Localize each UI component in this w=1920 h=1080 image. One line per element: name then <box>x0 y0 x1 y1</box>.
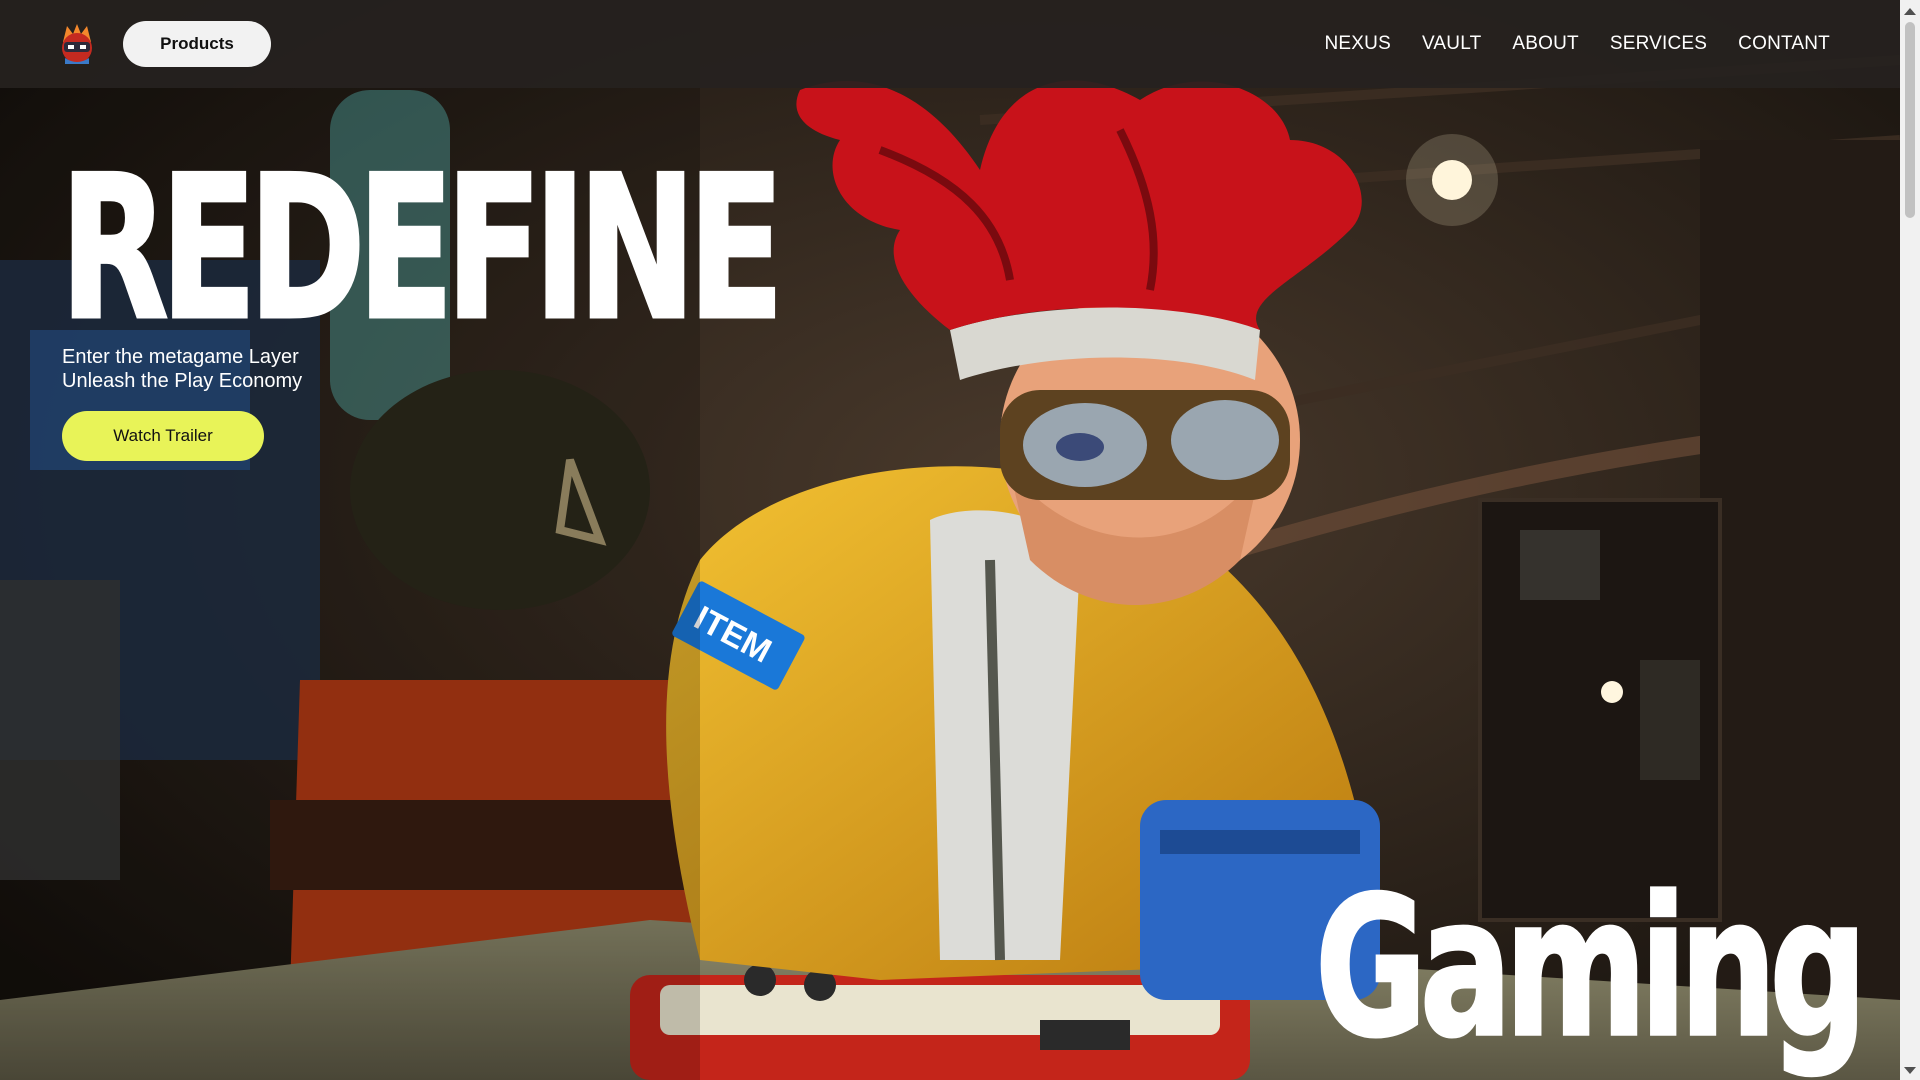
hero-subtitle-line-1: Enter the metagame Layer <box>62 346 299 368</box>
hero-title: REDEFINE <box>59 132 786 364</box>
products-button[interactable]: Products <box>123 21 271 67</box>
nav-link-vault[interactable]: VAULT <box>1422 33 1481 55</box>
nav-link-nexus[interactable]: NEXUS <box>1324 33 1390 55</box>
scroll-thumb[interactable] <box>1905 22 1915 218</box>
hero-subtitle-line-2: Unleash the Play Economy <box>62 370 303 392</box>
scroll-up-arrow-icon[interactable] <box>1904 8 1916 15</box>
hero-subtitle: Enter the metagame Layer Unleash the Pla… <box>62 345 302 393</box>
watch-trailer-button[interactable]: Watch Trailer <box>62 411 264 461</box>
ninja-mascot-icon[interactable] <box>55 22 99 66</box>
top-navbar: Products NEXUS VAULT ABOUT SERVICES CONT… <box>0 0 1900 88</box>
hero-gaming-word: Gaming <box>1314 855 1868 1080</box>
hero-section: ITEM Products NEXUS VAULT ABOUT SERVICES… <box>0 0 1900 1080</box>
nav-link-about[interactable]: ABOUT <box>1512 33 1578 55</box>
nav-link-contant[interactable]: CONTANT <box>1738 33 1830 55</box>
nav-links: NEXUS VAULT ABOUT SERVICES CONTANT <box>1324 33 1830 55</box>
scroll-down-arrow-icon[interactable] <box>1904 1067 1916 1074</box>
page-scrollbar[interactable] <box>1900 0 1920 1080</box>
nav-link-services[interactable]: SERVICES <box>1610 33 1707 55</box>
